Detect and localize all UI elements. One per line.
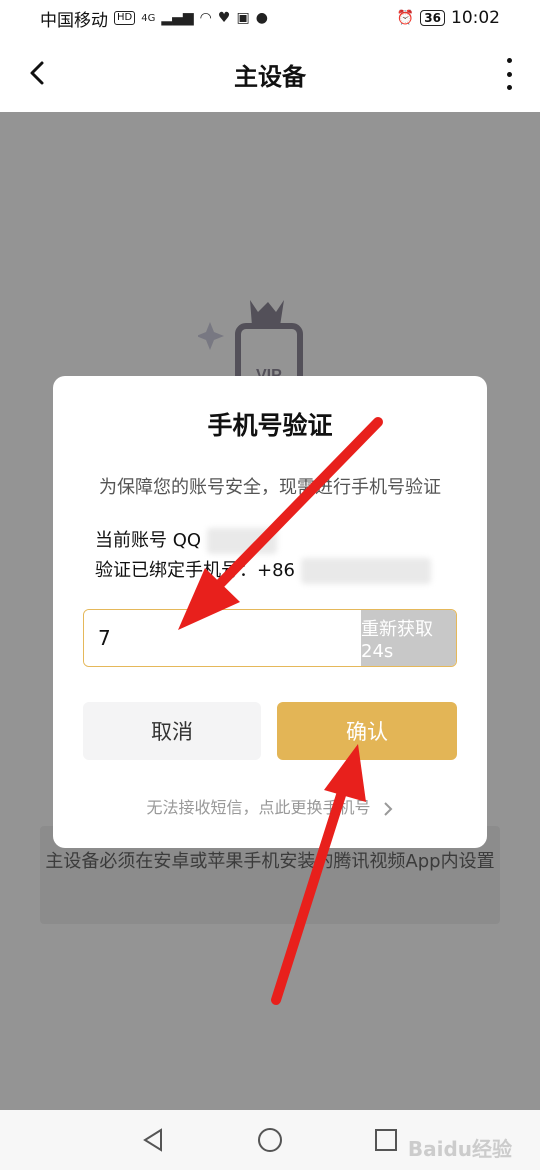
more-icon	[506, 58, 512, 63]
confirm-button[interactable]: 确认	[277, 702, 457, 760]
cancel-button[interactable]: 取消	[83, 702, 261, 760]
phone-redacted	[300, 558, 431, 584]
back-icon	[30, 61, 44, 85]
back-button[interactable]	[24, 58, 54, 88]
nav-recents-icon[interactable]	[373, 1127, 399, 1153]
phone-verify-dialog: 手机号验证 为保障您的账号安全，现需进行手机号验证 当前账号 QQ 验证已绑定手…	[53, 376, 487, 848]
dialog-title: 手机号验证	[207, 411, 333, 440]
clock-text: 10:02	[451, 8, 500, 28]
account-info: 当前账号 QQ 验证已绑定手机号：+86	[95, 526, 431, 586]
nav-home-icon[interactable]	[257, 1127, 283, 1153]
account-redacted	[206, 528, 277, 554]
signal-icon: ▂▄▆	[161, 10, 194, 26]
status-right: ⏰ 36 10:02	[397, 8, 500, 28]
wifi-icon: ◠	[199, 10, 212, 26]
chat-icon: ●	[255, 10, 268, 26]
account-row: 当前账号 QQ	[95, 526, 431, 556]
battery-icon: 36	[420, 10, 445, 26]
change-phone-text: 无法接收短信，点此更换手机号	[146, 798, 371, 817]
hd-icon: HD	[114, 11, 136, 25]
alarm-icon: ⏰	[396, 10, 415, 26]
resend-button[interactable]: 重新获取 24s	[361, 610, 456, 666]
chevron-right-icon	[383, 801, 392, 816]
account-label: 当前账号 QQ	[95, 530, 202, 551]
phone-label: 验证已绑定手机号：+86	[95, 560, 295, 581]
status-left: 中国移动 HD 4G ▂▄▆ ◠ ♥ ▣ ●	[40, 6, 268, 31]
verification-code-input[interactable]	[84, 610, 361, 666]
app-header: 主设备	[0, 36, 540, 112]
carrier-text: 中国移动	[40, 10, 108, 31]
app-notification-icon: ▣	[236, 10, 250, 26]
phone-row: 验证已绑定手机号：+86	[95, 556, 431, 586]
dialog-description: 为保障您的账号安全，现需进行手机号验证	[99, 477, 441, 498]
page-title: 主设备	[234, 62, 306, 91]
more-button[interactable]	[504, 58, 514, 90]
network-text: 4G	[141, 12, 156, 24]
status-bar: 中国移动 HD 4G ▂▄▆ ◠ ♥ ▣ ● ⏰ 36 10:02	[0, 0, 540, 36]
watermark: Baidu经验	[407, 1137, 512, 1161]
change-phone-link[interactable]: 无法接收短信，点此更换手机号	[53, 794, 487, 818]
code-field: 重新获取 24s	[83, 609, 457, 667]
heart-icon: ♥	[217, 10, 231, 26]
nav-back-icon[interactable]	[141, 1127, 167, 1153]
